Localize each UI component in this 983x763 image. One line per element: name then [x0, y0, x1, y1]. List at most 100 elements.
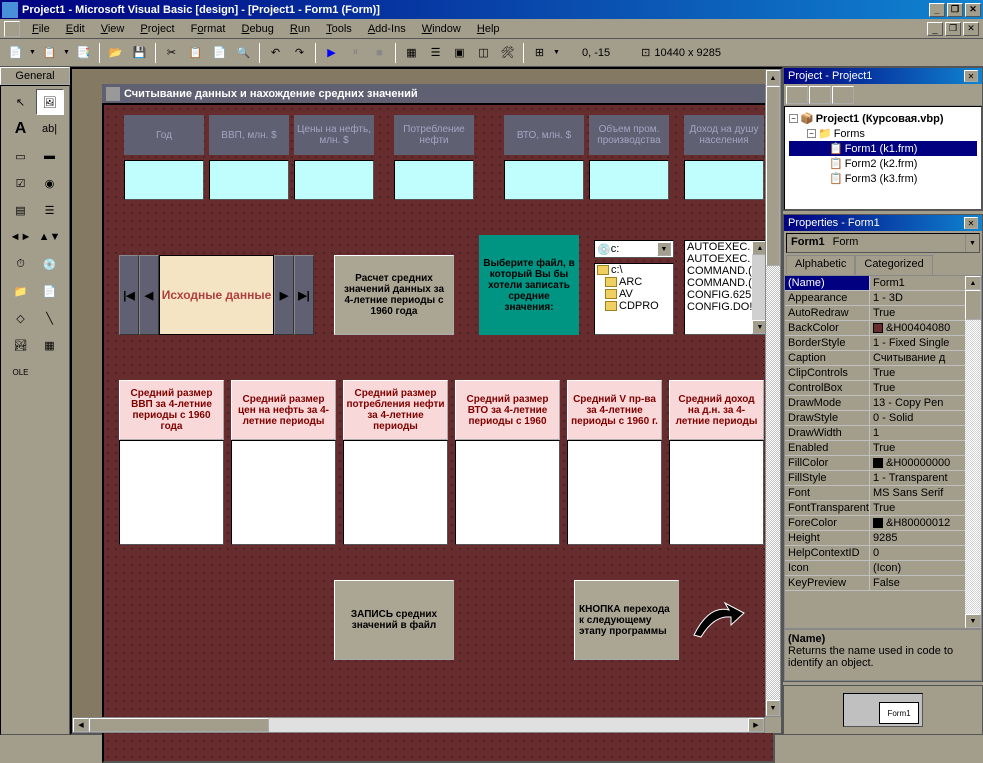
- mdi-icon[interactable]: [4, 21, 20, 37]
- property-row[interactable]: FontTransparentTrue: [785, 501, 965, 516]
- combobox-tool-icon[interactable]: ▤: [7, 197, 35, 223]
- property-row[interactable]: FontMS Sans Serif: [785, 486, 965, 501]
- checkbox-tool-icon[interactable]: ☑: [7, 170, 35, 196]
- stop-icon[interactable]: ■: [368, 41, 391, 64]
- data-input[interactable]: [294, 160, 374, 200]
- prev-record-button[interactable]: ◀: [139, 255, 159, 335]
- property-row[interactable]: Height9285: [785, 531, 965, 546]
- data-input[interactable]: [504, 160, 584, 200]
- data-input[interactable]: [589, 160, 669, 200]
- redo-icon[interactable]: ↷: [288, 41, 311, 64]
- horizontal-scrollbar[interactable]: ◀▶: [72, 717, 765, 733]
- property-row[interactable]: DrawWidth1: [785, 426, 965, 441]
- optionbutton-tool-icon[interactable]: ◉: [36, 170, 64, 196]
- last-record-button[interactable]: ▶|: [294, 255, 314, 335]
- project-explorer-icon[interactable]: ▦: [400, 41, 423, 64]
- menu-format[interactable]: Format: [183, 21, 234, 37]
- mdi-restore-button[interactable]: ❐: [945, 22, 961, 36]
- property-row[interactable]: DrawMode13 - Copy Pen: [785, 396, 965, 411]
- vertical-scrollbar[interactable]: ▲▼: [765, 69, 781, 717]
- copy-icon[interactable]: 📋: [184, 41, 207, 64]
- object-selector[interactable]: Form1 Form ▼: [786, 233, 980, 253]
- menu-run[interactable]: Run: [282, 21, 318, 37]
- form-layout-mini[interactable]: Form1: [879, 702, 919, 724]
- property-row[interactable]: DrawStyle0 - Solid: [785, 411, 965, 426]
- file-list[interactable]: AUTOEXEC.AUTOEXEC.COMMAND.( COMMAND.(CON…: [684, 240, 769, 335]
- property-row[interactable]: ControlBoxTrue: [785, 381, 965, 396]
- data-input[interactable]: [124, 160, 204, 200]
- form-designer[interactable]: Считывание данных и нахождение средних з…: [70, 67, 783, 735]
- tab-alphabetic[interactable]: Alphabetic: [786, 255, 855, 275]
- property-row[interactable]: Appearance1 - 3D: [785, 291, 965, 306]
- project-tree[interactable]: − 📦 Project1 (Курсовая.vbp) − 📁 Forms 📋 …: [784, 106, 982, 210]
- mdi-close-button[interactable]: ✕: [963, 22, 979, 36]
- next-stage-button[interactable]: КНОПКА перехода к следующему этапу прогр…: [574, 580, 679, 660]
- pointer-tool-icon[interactable]: ↖: [7, 89, 35, 115]
- avg-output[interactable]: [343, 440, 448, 545]
- dataview-icon[interactable]: ⊞: [528, 41, 551, 64]
- menu-edit[interactable]: Edit: [58, 21, 93, 37]
- property-row[interactable]: (Name)Form1: [785, 276, 965, 291]
- data-input[interactable]: [684, 160, 764, 200]
- shape-tool-icon[interactable]: ◇: [7, 305, 35, 331]
- commandbutton-tool-icon[interactable]: ▬: [36, 143, 64, 169]
- property-row[interactable]: BorderStyle1 - Fixed Single: [785, 336, 965, 351]
- timer-tool-icon[interactable]: ⏱: [7, 251, 35, 277]
- pause-icon[interactable]: ⏸: [344, 41, 367, 64]
- menu-file[interactable]: File: [24, 21, 58, 37]
- data-input[interactable]: [394, 160, 474, 200]
- property-row[interactable]: FillStyle1 - Transparent: [785, 471, 965, 486]
- avg-output[interactable]: [231, 440, 336, 545]
- data-tool-icon[interactable]: ▦: [36, 332, 64, 358]
- form-canvas[interactable]: Год ВВП, млн. $ Цены на нефть, млн. $ По…: [102, 103, 775, 763]
- drive-combo[interactable]: 💿c:▼: [594, 240, 674, 258]
- textbox-tool-icon[interactable]: ab|: [36, 116, 64, 142]
- avg-output[interactable]: [567, 440, 662, 545]
- mdi-minimize-button[interactable]: _: [927, 22, 943, 36]
- toolbox-tab-general[interactable]: General: [0, 67, 70, 85]
- menu-debug[interactable]: Debug: [233, 21, 281, 37]
- property-row[interactable]: CaptionСчитывание д: [785, 351, 965, 366]
- properties-grid[interactable]: (Name)Form1Appearance1 - 3DAutoRedrawTru…: [784, 275, 982, 629]
- add-project-icon[interactable]: 📄: [4, 41, 27, 64]
- run-icon[interactable]: ▶: [320, 41, 343, 64]
- frame-tool-icon[interactable]: ▭: [7, 143, 35, 169]
- add-form-icon[interactable]: 📋: [38, 41, 61, 64]
- find-icon[interactable]: 🔍: [232, 41, 255, 64]
- minimize-button[interactable]: _: [929, 3, 945, 17]
- maximize-button[interactable]: ❐: [947, 3, 963, 17]
- write-to-file-button[interactable]: ЗАПИСЬ средних значений в файл: [334, 580, 454, 660]
- menu-view[interactable]: View: [93, 21, 133, 37]
- open-icon[interactable]: 📂: [104, 41, 127, 64]
- picturebox-tool-icon[interactable]: 🖼: [36, 89, 64, 115]
- cut-icon[interactable]: ✂: [160, 41, 183, 64]
- property-row[interactable]: EnabledTrue: [785, 441, 965, 456]
- close-button[interactable]: ✕: [965, 3, 981, 17]
- ole-tool-icon[interactable]: OLE: [7, 359, 35, 385]
- label-tool-icon[interactable]: A: [7, 116, 35, 142]
- properties-icon[interactable]: ☰: [424, 41, 447, 64]
- dirlistbox-tool-icon[interactable]: 📁: [7, 278, 35, 304]
- property-row[interactable]: AutoRedrawTrue: [785, 306, 965, 321]
- calc-averages-button[interactable]: Расчет средних значений данных за 4-летн…: [334, 255, 454, 335]
- directory-list[interactable]: c:\ ARC AV CDPRO: [594, 263, 674, 335]
- form-layout-icon[interactable]: ▣: [448, 41, 471, 64]
- view-code-icon[interactable]: [786, 86, 808, 104]
- save-icon[interactable]: 💾: [128, 41, 151, 64]
- property-row[interactable]: BackColor&H00404080: [785, 321, 965, 336]
- property-row[interactable]: HelpContextID0: [785, 546, 965, 561]
- tab-categorized[interactable]: Categorized: [855, 255, 932, 275]
- property-row[interactable]: ClipControlsTrue: [785, 366, 965, 381]
- image-tool-icon[interactable]: 🏞: [7, 332, 35, 358]
- drivelistbox-tool-icon[interactable]: 💿: [36, 251, 64, 277]
- form-layout-panel[interactable]: Form1: [783, 685, 983, 735]
- property-row[interactable]: ForeColor&H80000012: [785, 516, 965, 531]
- next-record-button[interactable]: ▶: [274, 255, 294, 335]
- project-panel-close-icon[interactable]: ✕: [964, 70, 978, 82]
- property-row[interactable]: KeyPreviewFalse: [785, 576, 965, 591]
- paste-icon[interactable]: 📄: [208, 41, 231, 64]
- first-record-button[interactable]: |◀: [119, 255, 139, 335]
- property-row[interactable]: Icon(Icon): [785, 561, 965, 576]
- view-object-icon[interactable]: [809, 86, 831, 104]
- line-tool-icon[interactable]: ╲: [36, 305, 64, 331]
